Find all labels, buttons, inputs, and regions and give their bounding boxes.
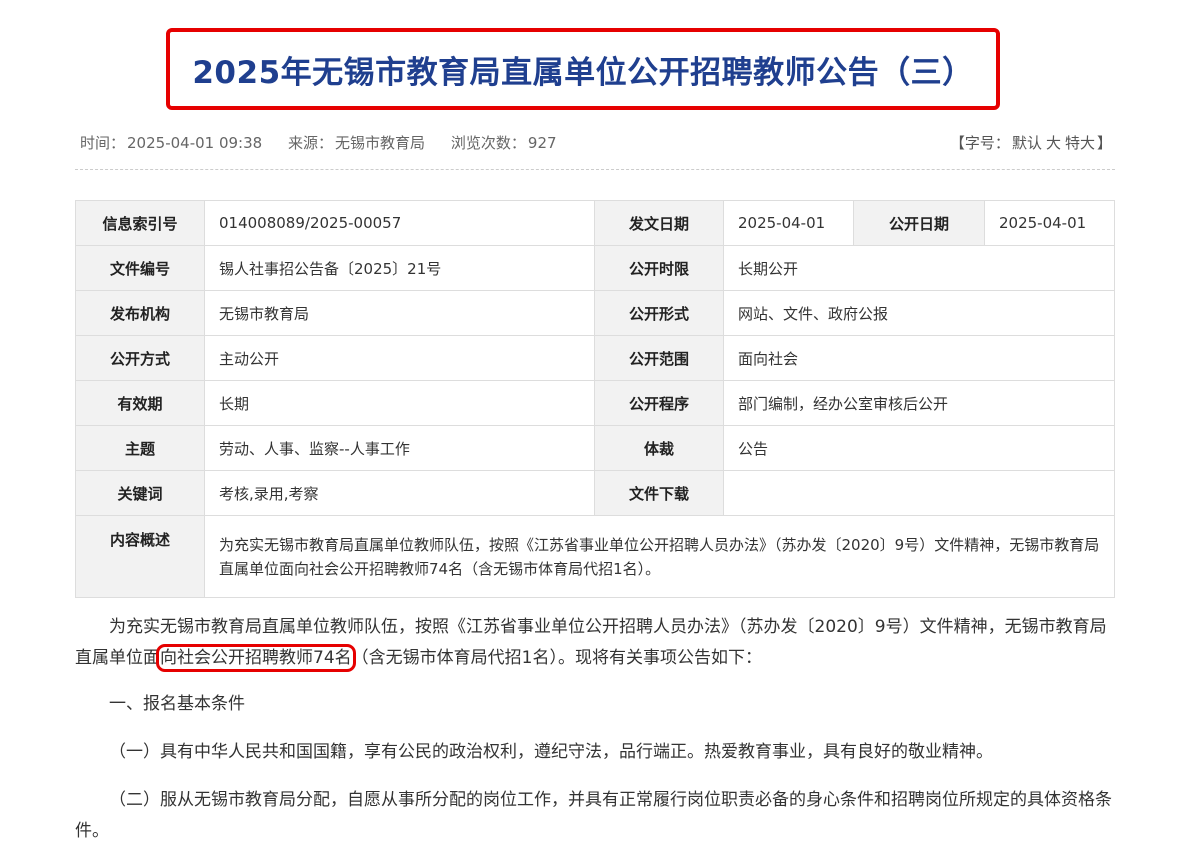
font-size-switcher: 【字号： 默认大特大】 xyxy=(950,132,1112,153)
keywords-value: 考核,录用,考察 xyxy=(204,470,595,516)
table-row: 内容概述 为充实无锡市教育局直属单位教师队伍，按照《江苏省事业单位公开招聘人员办… xyxy=(75,515,1115,598)
font-size-large-link[interactable]: 大 xyxy=(1046,134,1061,152)
condition-item-1: （一）具有中华人民共和国国籍，享有公民的政治权利，遵纪守法，品行端正。热爱教育事… xyxy=(109,742,993,762)
meta-left: 时间： 2025-04-01 09:38 来源： 无锡市教育局 浏览次数： 927 xyxy=(80,132,559,153)
form-label: 公开形式 xyxy=(594,290,724,336)
topic-value: 劳动、人事、监察--人事工作 xyxy=(204,425,595,471)
table-row: 文件编号 锡人社事招公告备〔2025〕21号 公开时限 长期公开 xyxy=(75,245,1115,291)
table-row: 有效期 长期 公开程序 部门编制，经办公室审核后公开 xyxy=(75,380,1115,426)
time-label: 时间： xyxy=(80,134,126,152)
procedure-label: 公开程序 xyxy=(594,380,724,426)
font-size-default-link[interactable]: 默认 xyxy=(1012,134,1042,152)
procedure-value: 部门编制，经办公室审核后公开 xyxy=(723,380,1115,426)
intro-paragraph: 为充实无锡市教育局直属单位教师队伍，按照《江苏省事业单位公开招聘人员办法》（苏办… xyxy=(75,612,1115,674)
method-value: 主动公开 xyxy=(204,335,595,381)
topic-label: 主题 xyxy=(75,425,205,471)
method-label: 公开方式 xyxy=(75,335,205,381)
highlighted-recruit-count: 向社会公开招聘教师74名 xyxy=(156,644,356,672)
condition-item-2: （二）服从无锡市教育局分配，自愿从事所分配的岗位工作，并具有正常履行岗位职责必备… xyxy=(75,790,1112,841)
period-value: 长期公开 xyxy=(723,245,1115,291)
article-body: 为充实无锡市教育局直属单位教师队伍，按照《江苏省事业单位公开招聘人员办法》（苏办… xyxy=(75,612,1115,864)
index-value: 014008089/2025-00057 xyxy=(204,200,595,246)
article-meta: 时间： 2025-04-01 09:38 来源： 无锡市教育局 浏览次数： 927 【… xyxy=(80,132,1112,158)
views-label: 浏览次数： xyxy=(450,134,526,152)
validity-label: 有效期 xyxy=(75,380,205,426)
issue-date-value: 2025-04-01 xyxy=(723,200,854,246)
section-heading: 一、报名基本条件 xyxy=(109,694,245,714)
table-row: 主题 劳动、人事、监察--人事工作 体裁 公告 xyxy=(75,425,1115,471)
genre-value: 公告 xyxy=(723,425,1115,471)
table-row: 信息索引号 014008089/2025-00057 发文日期 2025-04-… xyxy=(75,200,1115,246)
table-row: 公开方式 主动公开 公开范围 面向社会 xyxy=(75,335,1115,381)
info-table: 信息索引号 014008089/2025-00057 发文日期 2025-04-… xyxy=(75,200,1115,598)
scope-label: 公开范围 xyxy=(594,335,724,381)
index-label: 信息索引号 xyxy=(75,200,205,246)
public-date-value: 2025-04-01 xyxy=(984,200,1115,246)
public-date-label: 公开日期 xyxy=(853,200,985,246)
period-label: 公开时限 xyxy=(594,245,724,291)
form-value: 网站、文件、政府公报 xyxy=(723,290,1115,336)
table-row: 关键词 考核,录用,考察 文件下载 xyxy=(75,470,1115,516)
publisher-value: 无锡市教育局 xyxy=(204,290,595,336)
font-size-xlarge-link[interactable]: 特大 xyxy=(1065,134,1095,152)
publish-time: 2025-04-01 09:38 xyxy=(127,134,263,152)
summary-label: 内容概述 xyxy=(75,515,205,598)
genre-label: 体裁 xyxy=(594,425,724,471)
download-label: 文件下载 xyxy=(594,470,724,516)
scope-value: 面向社会 xyxy=(723,335,1115,381)
font-size-close: 】 xyxy=(1096,134,1112,152)
issue-date-label: 发文日期 xyxy=(594,200,724,246)
meta-divider xyxy=(75,169,1115,170)
page-title: 2025年无锡市教育局直属单位公开招聘教师公告（三） xyxy=(192,54,974,91)
download-value[interactable] xyxy=(723,470,1115,516)
validity-value: 长期 xyxy=(204,380,595,426)
source-label: 来源： xyxy=(288,134,334,152)
keywords-label: 关键词 xyxy=(75,470,205,516)
source: 无锡市教育局 xyxy=(335,134,426,152)
title-highlight-box: 2025年无锡市教育局直属单位公开招聘教师公告（三） xyxy=(166,28,1000,110)
intro-text-b: （含无锡市体育局代招1名）。现将有关事项公告如下： xyxy=(351,648,762,668)
font-size-open: 【字号： xyxy=(949,134,1010,152)
doc-no-label: 文件编号 xyxy=(75,245,205,291)
table-row: 发布机构 无锡市教育局 公开形式 网站、文件、政府公报 xyxy=(75,290,1115,336)
page: 2025年无锡市教育局直属单位公开招聘教师公告（三） 时间： 2025-04-01… xyxy=(0,0,1189,857)
summary-value: 为充实无锡市教育局直属单位教师队伍，按照《江苏省事业单位公开招聘人员办法》（苏办… xyxy=(204,515,1115,598)
publisher-label: 发布机构 xyxy=(75,290,205,336)
doc-no-value: 锡人社事招公告备〔2025〕21号 xyxy=(204,245,595,291)
view-count: 927 xyxy=(527,134,557,152)
